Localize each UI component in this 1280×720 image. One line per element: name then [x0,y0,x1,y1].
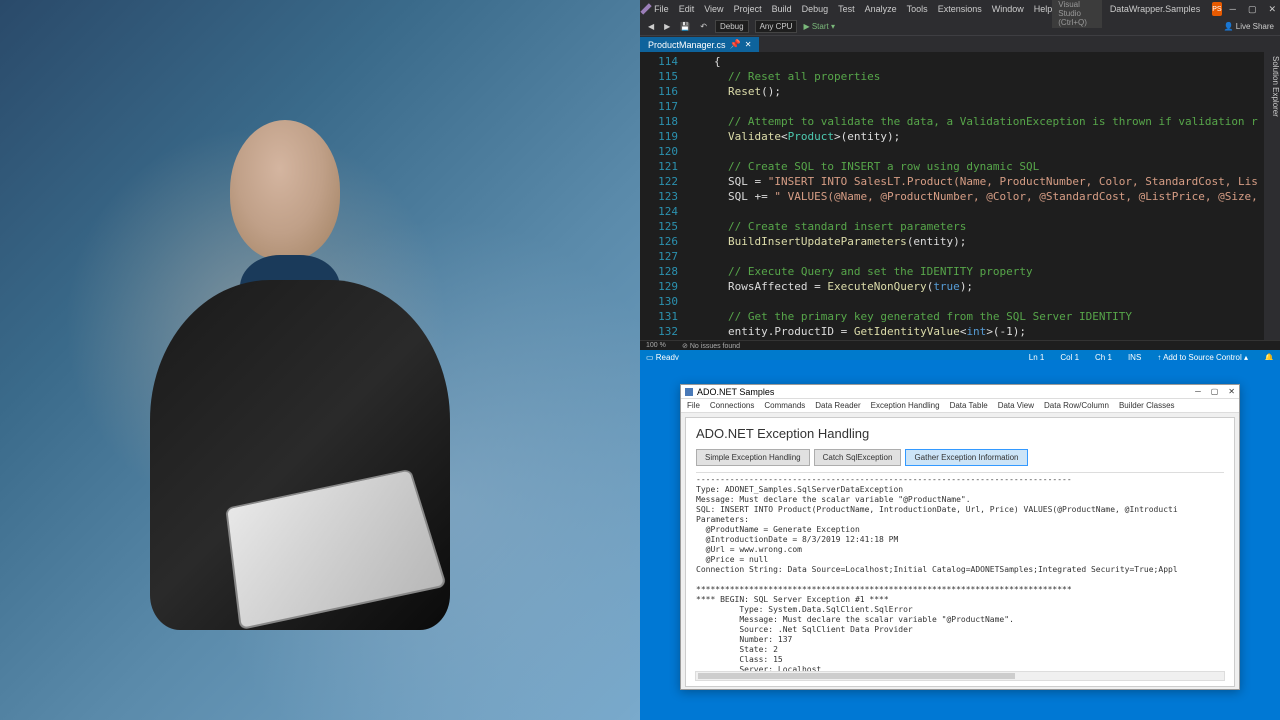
vs-search-input[interactable]: Search Visual Studio (Ctrl+Q) [1052,0,1102,28]
horizontal-scrollbar[interactable] [695,671,1225,681]
app-menu-file[interactable]: File [687,401,700,410]
vs-menu-analyze[interactable]: Analyze [865,4,897,14]
vs-titlebar[interactable]: File Edit View Project Build Debug Test Analyze… [640,0,1280,18]
code-editor[interactable]: 1141151161171181191201211221231241251261… [640,52,1280,340]
nav-fwd-button[interactable]: ▶ [662,22,672,31]
vs-menu-tools[interactable]: Tools [907,4,928,14]
issues-indicator[interactable]: No issues found [682,342,740,350]
app-close-button[interactable]: ✕ [1228,387,1235,396]
app-menu-data-view[interactable]: Data View [998,401,1034,410]
vs-menu-file[interactable]: File [654,4,669,14]
config-dropdown[interactable]: Debug [715,20,749,33]
code-content[interactable]: {// Reset all propertiesReset();// Attem… [686,52,1280,340]
button-simple-exception-handling[interactable]: Simple Exception Handling [696,449,810,466]
app-titlebar[interactable]: ADO.NET Samples ─ ▢ ✕ [681,385,1239,399]
user-badge[interactable]: PS [1212,2,1221,16]
vs-menu-extensions[interactable]: Extensions [938,4,982,14]
editor-tabs: ProductManager.cs 📌 ✕ [640,36,1280,52]
vs-logo-icon [640,3,651,14]
button-catch-sqlexception[interactable]: Catch SqlException [814,449,902,466]
tab-close-button[interactable]: ✕ [745,40,752,49]
sample-app-window: ADO.NET Samples ─ ▢ ✕ File Connections Com… [680,384,1240,690]
page-heading: ADO.NET Exception Handling [696,426,1224,441]
vs-toolbar: ◀ ▶ 💾 ↶ Debug Any CPU ▶ Start ▾ 👤 Live S… [640,18,1280,36]
liveshare-button[interactable]: 👤 Live Share [1224,22,1274,31]
minimize-button[interactable]: ─ [1230,4,1236,15]
line-number-gutter: 1141151161171181191201211221231241251261… [640,52,686,340]
editor-tab-active[interactable]: ProductManager.cs 📌 ✕ [640,37,759,52]
vs-menu-view[interactable]: View [704,4,723,14]
app-menu-data-row-column[interactable]: Data Row/Column [1044,401,1109,410]
tab-pin-icon[interactable]: 📌 [730,39,741,50]
window-controls: ─ ▢ ✕ [1230,4,1276,15]
app-content: ADO.NET Exception Handling Simple Except… [685,417,1235,687]
vs-menubar: File Edit View Project Build Debug Test Analyze… [654,4,1052,14]
app-maximize-button[interactable]: ▢ [1211,387,1219,396]
platform-dropdown[interactable]: Any CPU [755,20,798,33]
vs-menu-window[interactable]: Window [992,4,1024,14]
output-textarea[interactable]: ----------------------------------------… [696,472,1224,672]
vs-menu-debug[interactable]: Debug [802,4,829,14]
zoom-level[interactable]: 100 % [646,342,674,349]
maximize-button[interactable]: ▢ [1248,4,1257,15]
background-photo [0,0,640,720]
app-menu-connections[interactable]: Connections [710,401,754,410]
app-icon [685,388,693,396]
save-button[interactable]: 💾 [678,22,692,31]
vs-menu-edit[interactable]: Edit [679,4,695,14]
nav-back-button[interactable]: ◀ [646,22,656,31]
vs-menu-project[interactable]: Project [734,4,762,14]
button-row: Simple Exception HandlingCatch SqlExcept… [696,449,1224,466]
app-menu-exception-handling[interactable]: Exception Handling [871,401,940,410]
vs-menu-help[interactable]: Help [1034,4,1053,14]
app-menu-data-reader[interactable]: Data Reader [815,401,860,410]
undo-button[interactable]: ↶ [698,22,709,31]
button-gather-exception-information[interactable]: Gather Exception Information [905,449,1027,466]
app-menu-data-table[interactable]: Data Table [950,401,988,410]
person-figure [110,100,490,640]
solution-explorer-tab[interactable]: Solution Explorer [1264,52,1280,340]
app-menu-commands[interactable]: Commands [764,401,805,410]
close-button[interactable]: ✕ [1268,4,1276,15]
app-minimize-button[interactable]: ─ [1195,387,1201,396]
visual-studio-window: File Edit View Project Build Debug Test Analyze… [640,0,1280,360]
app-menu-builder-classes[interactable]: Builder Classes [1119,401,1175,410]
solution-name: DataWrapper.Samples [1110,4,1200,14]
vs-menu-build[interactable]: Build [772,4,792,14]
tab-label: ProductManager.cs [648,40,726,50]
editor-info-bar: 100 % No issues found [640,340,1280,350]
vs-menu-test[interactable]: Test [838,4,855,14]
app-title: ADO.NET Samples [697,387,774,397]
start-button[interactable]: ▶ Start ▾ [803,22,835,31]
app-menubar: File Connections Commands Data Reader Except… [681,399,1239,413]
